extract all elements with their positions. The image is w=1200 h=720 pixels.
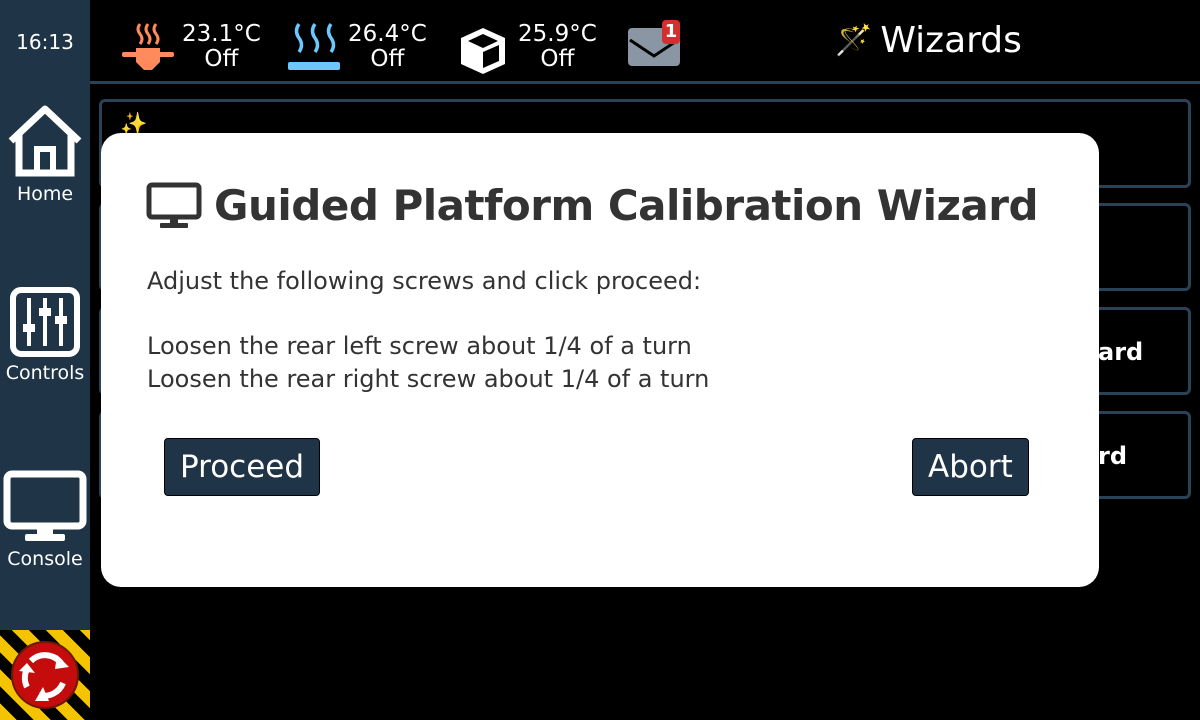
bed-temp-value: 26.4°C: [348, 21, 427, 47]
monitor-icon: [3, 470, 87, 541]
abort-button[interactable]: Abort: [912, 438, 1029, 496]
chamber-temp[interactable]: 25.9°C Off: [518, 22, 597, 72]
chamber-temp-value: 25.9°C: [518, 21, 597, 47]
wizard-card-label: rd: [1098, 442, 1128, 470]
sidebar-item-home[interactable]: Home: [0, 103, 90, 205]
sliders-icon: [10, 287, 80, 357]
sidebar-item-label: Console: [7, 548, 83, 570]
heated-bed-icon: [288, 22, 340, 70]
dialog-title-text: Guided Platform Calibration Wizard: [214, 181, 1039, 230]
sidebar-item-label: Controls: [5, 362, 85, 384]
dialog-intro: Adjust the following screws and click pr…: [147, 267, 702, 295]
extruder-icon: [122, 23, 174, 70]
extruder-temp-value: 23.1°C: [182, 21, 261, 47]
sidebar-item-console[interactable]: Console: [0, 470, 90, 570]
wizard-card-label: ard: [1098, 338, 1144, 366]
notifications-button[interactable]: 1: [628, 20, 684, 68]
magic-wand-icon: 🪄: [835, 23, 873, 58]
extruder-temp[interactable]: 23.1°C Off: [182, 22, 261, 72]
dialog-body: Adjust the following screws and click pr…: [147, 265, 709, 396]
chamber-target: Off: [540, 46, 575, 72]
clock: 16:13: [16, 30, 74, 54]
calibration-wizard-dialog: Guided Platform Calibration Wizard Adjus…: [101, 133, 1099, 587]
proceed-button[interactable]: Proceed: [164, 438, 321, 496]
notification-badge: 1: [662, 20, 680, 44]
emergency-stop-icon: [11, 641, 79, 709]
sidebar-item-controls[interactable]: Controls: [0, 286, 90, 384]
dialog-step: Loosen the rear right screw about 1/4 of…: [147, 365, 710, 393]
bed-temp[interactable]: 26.4°C Off: [348, 22, 427, 72]
sidebar: 16:13 Home Controls Console: [0, 0, 90, 720]
dialog-title: Guided Platform Calibration Wizard: [146, 181, 1039, 230]
bed-target: Off: [370, 46, 405, 72]
extruder-target: Off: [204, 46, 239, 72]
monitor-icon: [146, 182, 202, 228]
chamber-cube-icon: [461, 28, 505, 74]
sidebar-item-label: Home: [16, 183, 74, 205]
page-title: 🪄 Wizards: [835, 20, 1022, 61]
top-bar: 23.1°C Off 26.4°C Off 25.9°C Off 1 🪄 Wiz…: [90, 0, 1200, 84]
emergency-stop-button[interactable]: [0, 630, 90, 720]
page-title-text: Wizards: [880, 20, 1022, 61]
dialog-step: Loosen the rear left screw about 1/4 of …: [147, 332, 692, 360]
home-icon: [8, 105, 82, 177]
